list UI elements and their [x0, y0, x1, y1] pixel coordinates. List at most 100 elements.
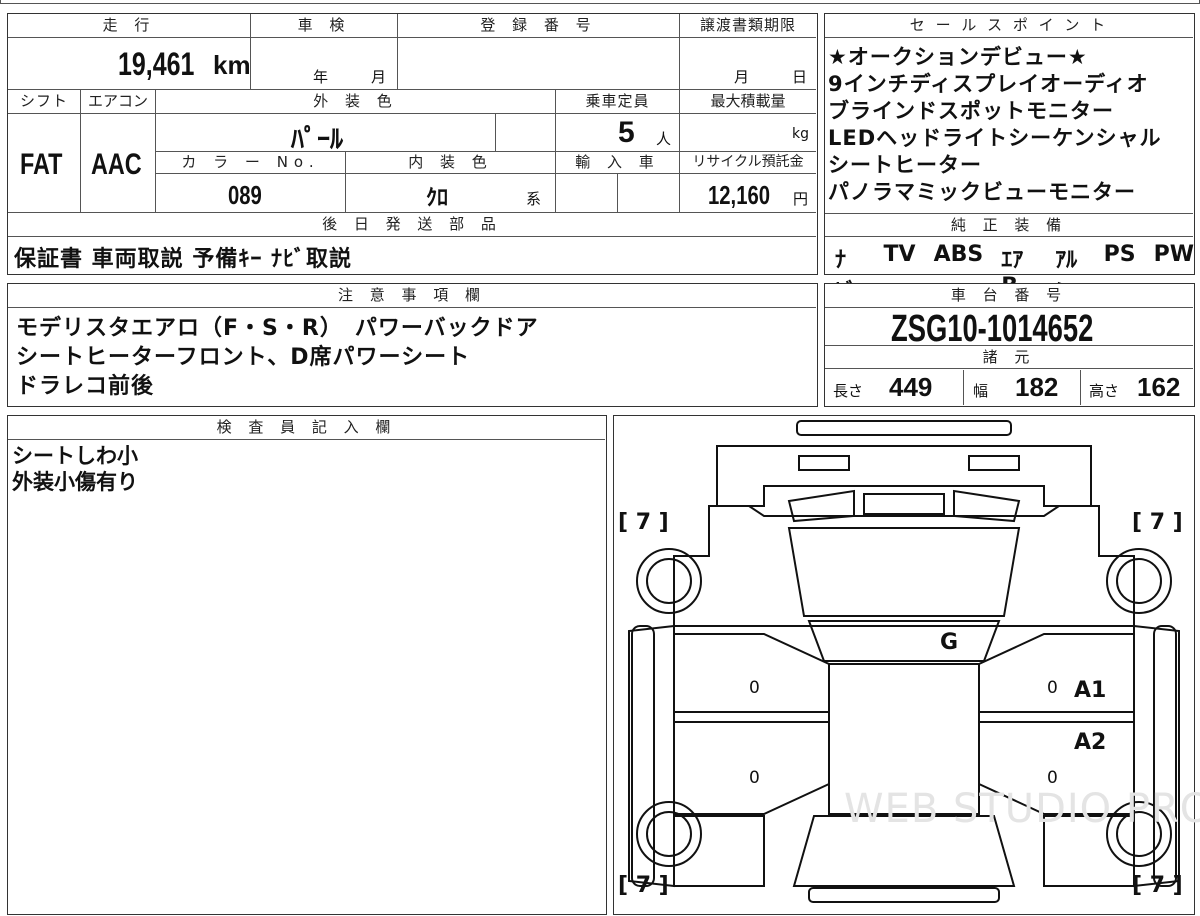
- registration-cell: [398, 38, 680, 90]
- tire-label-front-right: [ 7 ]: [1132, 510, 1183, 535]
- notes-box: 注 意 事 項 欄 モデリスタエアロ（F・S・R） パワーバックドア シートヒー…: [7, 283, 818, 407]
- tire-label-front-left: [ 7 ]: [618, 510, 669, 535]
- inspector-box: 検 査 員 記 入 欄 シートしわ小 外装小傷有り: [7, 415, 607, 915]
- height-label: 高さ: [1089, 382, 1120, 400]
- capacity-unit: 人: [656, 130, 672, 148]
- transfer-deadline-cell: 月 日: [680, 38, 816, 90]
- damage-mark-right-front-door: A1: [1074, 678, 1107, 703]
- shift-header: シフト: [8, 90, 81, 114]
- sales-point-item: ★オークションデビュー★: [828, 45, 1088, 69]
- inspection-cell: 年 月: [251, 38, 398, 90]
- notes-header: 注 意 事 項 欄: [8, 284, 816, 308]
- tire-label-rear-right: [ 7 ]: [1132, 873, 1183, 898]
- aircon-value: AAC: [91, 148, 142, 181]
- top-cutoff-strip: [0, 0, 1200, 4]
- windshield: [787, 527, 1021, 617]
- interior-color-cell: ｸﾛ 系: [346, 174, 556, 213]
- car-diagram: [628, 420, 1180, 903]
- inspector-note-line: シートしわ小: [12, 444, 138, 468]
- grille: [863, 493, 945, 515]
- chassis-no-header: 車 台 番 号: [825, 284, 1193, 308]
- front-light-left: [798, 455, 850, 471]
- inspector-note-line: 外装小傷有り: [12, 470, 138, 494]
- import-cell-b: [618, 174, 680, 213]
- aircon-cell: AAC: [81, 114, 156, 213]
- capacity-header: 乗車定員: [556, 90, 680, 114]
- sales-point-item: パノラマミックビューモニター: [828, 180, 1136, 204]
- interior-color-suffix: 系: [526, 190, 542, 208]
- mileage-unit: km: [213, 50, 251, 80]
- exterior-color-value: ﾊﾟｰﾙ: [291, 125, 344, 155]
- capacity-cell: 5 人: [556, 114, 680, 152]
- exterior-color-header: 外 装 色: [156, 90, 556, 114]
- shift-cell: FAT: [8, 114, 81, 213]
- registration-header: 登 録 番 号: [398, 14, 680, 38]
- length-label: 長さ: [833, 382, 864, 400]
- tire-label-rear-left: [ 7 ]: [618, 873, 669, 898]
- interior-color-header: 内 装 色: [346, 152, 556, 174]
- shift-value: FAT: [20, 148, 63, 181]
- front-light-right: [968, 455, 1020, 471]
- inspector-notes: シートしわ小 外装小傷有り: [12, 443, 138, 495]
- max-load-unit: kg: [792, 126, 809, 142]
- front-bumper: [796, 420, 1012, 436]
- interior-color-value: ｸﾛ: [426, 186, 449, 211]
- aircon-header: エアコン: [81, 90, 156, 114]
- body-front: [673, 505, 1135, 627]
- transfer-month: 月: [734, 68, 750, 86]
- import-header: 輸 入 車: [556, 152, 680, 174]
- capacity-value: 5: [618, 116, 635, 149]
- watermark: WEB STUDIO PRO: [844, 786, 1200, 832]
- spec-table: 走 行 車 検 登 録 番 号 譲渡書類期限 19,461 km 年 月 月 日…: [7, 13, 818, 275]
- inspection-header: 車 検: [251, 14, 398, 38]
- door-left-front: [673, 633, 830, 713]
- transfer-deadline-header: 譲渡書類期限: [680, 14, 816, 38]
- recycle-unit: 円: [793, 190, 809, 208]
- inspector-header: 検 査 員 記 入 欄: [8, 416, 605, 440]
- inspection-month: 月: [371, 68, 387, 86]
- sales-point-item: LEDヘッドライトシーケンシャル: [828, 126, 1162, 150]
- specs-header: 諸 元: [825, 345, 1193, 369]
- width-value: 182: [1015, 372, 1059, 402]
- color-no-cell: 089: [156, 174, 346, 213]
- max-load-cell: kg: [680, 114, 816, 152]
- door-zero-label: 0: [749, 678, 760, 698]
- chassis-box: 車 台 番 号 ZSG10-1014652 諸 元 長さ 449 幅 182 高…: [824, 283, 1195, 407]
- recycle-cell: 12,160 円: [680, 174, 816, 213]
- max-load-header: 最大積載量: [680, 90, 816, 114]
- note-line: シートヒーターフロント、D席パワーシート: [16, 345, 471, 370]
- notes-list: モデリスタエアロ（F・S・R） パワーバックドア シートヒーターフロント、D席パ…: [16, 314, 539, 401]
- sales-points-list: ★オークションデビュー★ 9インチディスプレイオーディオ ブラインドスポットモニ…: [828, 44, 1162, 206]
- damage-mark-windshield: G: [940, 630, 959, 655]
- transfer-day: 日: [792, 68, 808, 86]
- note-line: モデリスタエアロ（F・S・R） パワーバックドア: [16, 316, 539, 341]
- inspection-year: 年: [313, 68, 329, 86]
- note-line: ドラレコ前後: [16, 374, 155, 399]
- wheel-front-left-inner: [646, 558, 692, 604]
- exterior-color-extra-cell: [496, 114, 556, 152]
- sales-point-item: 9インチディスプレイオーディオ: [828, 72, 1149, 96]
- sales-point-item: シートヒーター: [828, 153, 982, 177]
- specs-divider: [963, 370, 964, 405]
- damage-mark-right-rear-door: A2: [1074, 730, 1107, 755]
- specs-divider: [1080, 370, 1081, 405]
- door-zero-label: 0: [749, 768, 760, 788]
- door-zero-label: 0: [1047, 678, 1058, 698]
- sales-points-header: セ ー ル ス ポ イ ン ト: [825, 14, 1193, 38]
- sales-point-item: ブラインドスポットモニター: [828, 99, 1114, 123]
- rear-quarter-left: [673, 815, 765, 887]
- front-panel: [716, 445, 1092, 507]
- car-diagram-box: [ 7 ] [ 7 ] [ 7 ] [ 7 ] G A1 A2 0 0 0 0 …: [613, 415, 1200, 915]
- sales-points-box: セ ー ル ス ポ イ ン ト ★オークションデビュー★ 9インチディスプレイオ…: [824, 13, 1195, 305]
- exterior-color-cell: ﾊﾟｰﾙ: [156, 114, 496, 155]
- later-items-value: 保証書 車両取説 予備ｷｰ ﾅﾋﾞ取説: [14, 247, 352, 272]
- mileage-cell: 19,461 km: [8, 38, 251, 90]
- recycle-header: リサイクル預託金: [680, 152, 816, 174]
- color-no-header: カ ラ ー No.: [156, 152, 346, 174]
- mileage-header: 走 行: [8, 14, 251, 38]
- door-right-front: [978, 633, 1135, 713]
- mileage-value: 19,461: [118, 46, 195, 82]
- color-no-value: 089: [228, 180, 262, 210]
- height-value: 162: [1137, 372, 1181, 402]
- genuine-equipment-header: 純 正 装 備: [825, 213, 1193, 237]
